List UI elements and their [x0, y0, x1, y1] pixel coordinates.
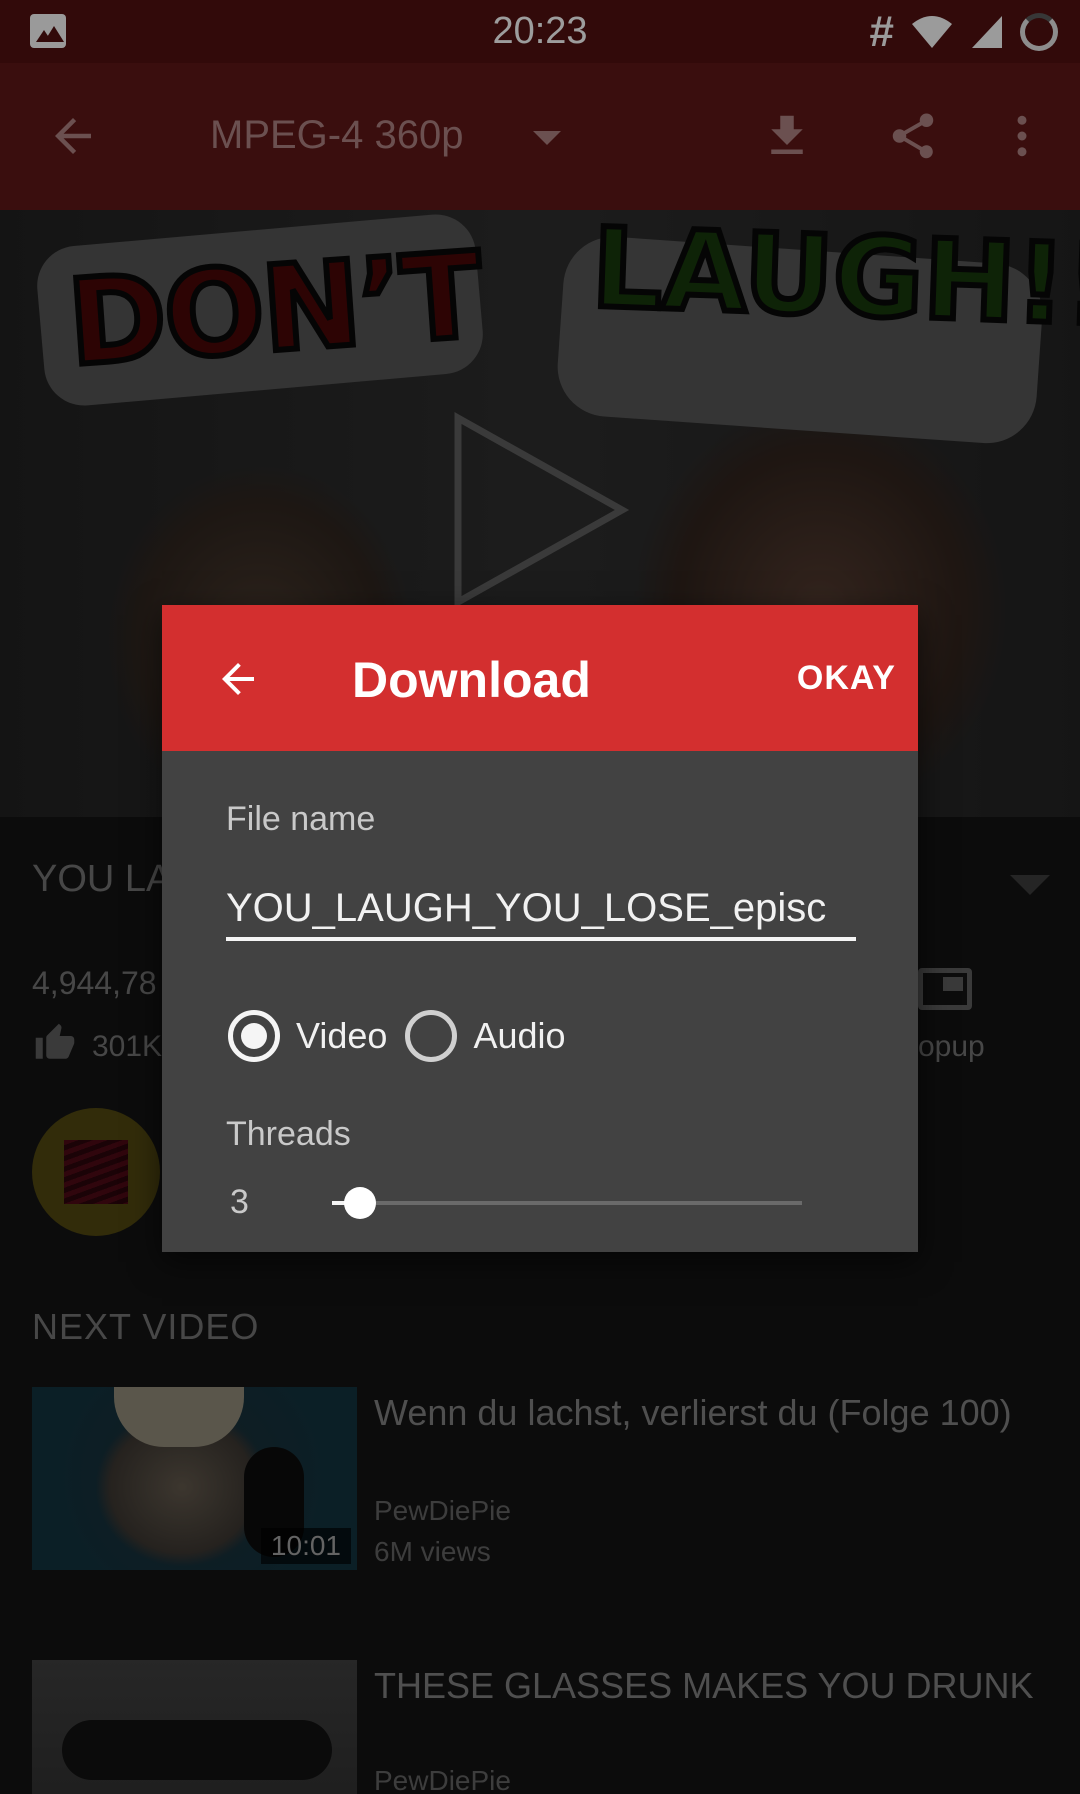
file-name-input[interactable] — [226, 885, 856, 941]
file-name-label: File name — [226, 800, 376, 838]
okay-button[interactable]: OKAY — [797, 659, 896, 698]
slider-track[interactable] — [332, 1201, 802, 1205]
dialog-header: Download OKAY — [162, 605, 918, 751]
screen: 20:23 # MPEG-4 360p DON’T LAUGH!! YOU LA… — [0, 0, 1080, 1794]
threads-slider[interactable] — [332, 1181, 802, 1225]
threads-label: Threads — [226, 1115, 351, 1153]
video-radio[interactable] — [228, 1010, 280, 1062]
download-dialog: Download OKAY File name Video Audio Thre… — [162, 605, 918, 1252]
back-arrow-icon[interactable] — [214, 655, 262, 703]
slider-thumb[interactable] — [344, 1187, 376, 1219]
audio-radio[interactable] — [405, 1010, 458, 1062]
video-radio-label[interactable]: Video — [296, 1015, 387, 1057]
threads-value: 3 — [230, 1183, 249, 1221]
audio-radio-label[interactable]: Audio — [473, 1015, 565, 1057]
format-radio-group: Video Audio — [228, 1008, 584, 1064]
dialog-title: Download — [352, 652, 591, 708]
